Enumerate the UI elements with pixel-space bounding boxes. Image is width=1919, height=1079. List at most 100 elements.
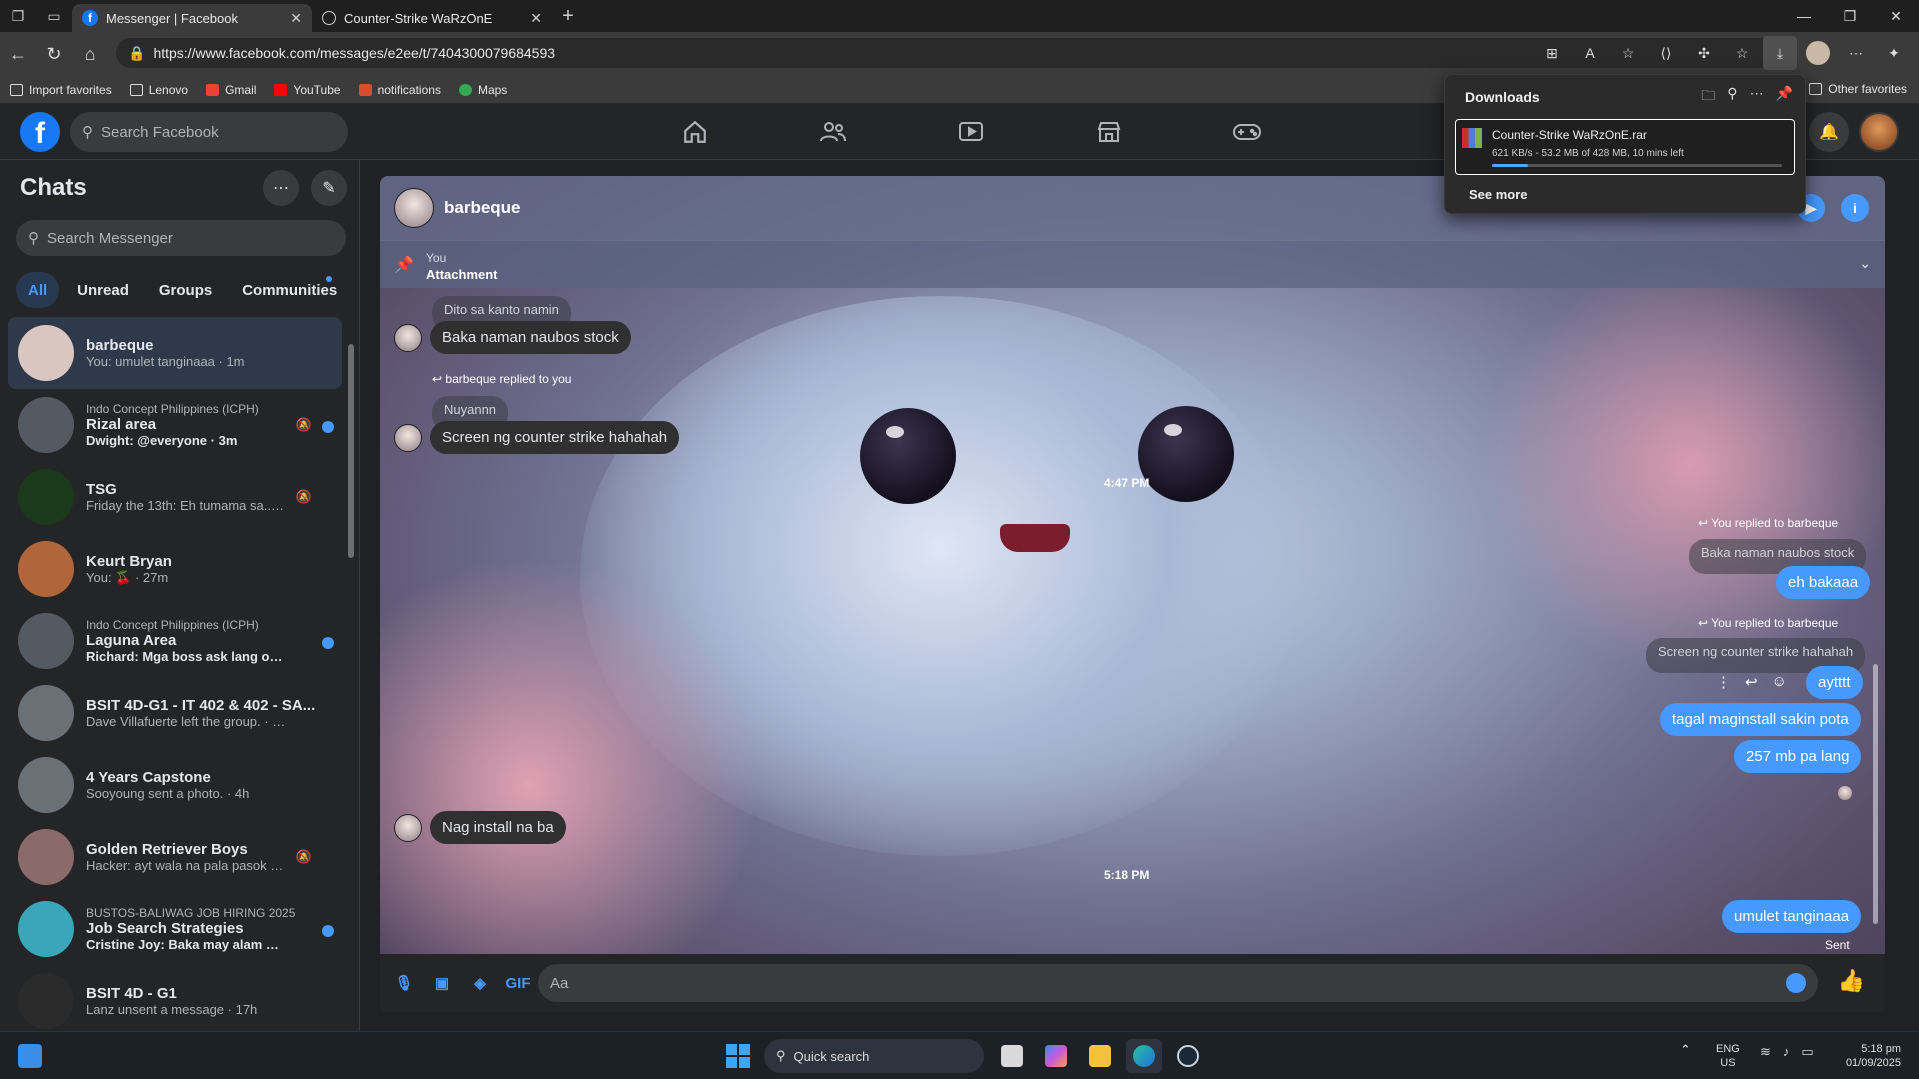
battery-icon[interactable]: ▭: [1801, 1044, 1813, 1060]
download-item[interactable]: Counter-Strike WaRzOnE.rar 621 KB/s - 53…: [1455, 119, 1795, 175]
open-folder-icon[interactable]: 🗀: [1701, 85, 1715, 109]
home-icon[interactable]: ⌂: [72, 36, 108, 72]
chat-row[interactable]: BSIT 4D-G1 - IT 402 & 402 - SA... Dave Vi…: [8, 677, 342, 749]
more-icon[interactable]: ⋯: [1750, 85, 1764, 109]
filter-groups[interactable]: Groups: [147, 272, 224, 308]
language-indicator[interactable]: ENG US: [1716, 1042, 1740, 1070]
fav-notifications[interactable]: notifications: [358, 83, 441, 97]
fav-other[interactable]: Other favorites: [1809, 82, 1907, 96]
fav-gmail[interactable]: Gmail: [206, 83, 256, 97]
chat-row[interactable]: Indo Concept Philippines (ICPH) Rizal are…: [8, 389, 342, 461]
refresh-icon[interactable]: ↻: [36, 36, 72, 72]
edge-browser-icon[interactable]: [1126, 1039, 1162, 1073]
see-more-link[interactable]: See more: [1469, 187, 1528, 202]
scroll-thumb[interactable]: [348, 344, 354, 558]
contact-avatar[interactable]: [394, 188, 434, 228]
contact-name[interactable]: barbeque: [444, 198, 521, 218]
back-icon[interactable]: ←: [0, 36, 36, 72]
taskbar-search[interactable]: ⚲ Quick search: [764, 1039, 984, 1073]
chevron-down-icon[interactable]: ⌄: [1859, 255, 1871, 272]
gif-icon[interactable]: GIF: [500, 965, 536, 1001]
tab-counter-strike[interactable]: Counter-Strike WaRzOnE ✕: [312, 4, 552, 32]
chat-row[interactable]: TSGFriday the 13th: Eh tumama sa... · 11…: [8, 461, 342, 533]
new-tab-button[interactable]: +: [552, 5, 584, 28]
wifi-icon[interactable]: ≋: [1760, 1044, 1771, 1060]
downloads-icon[interactable]: ⤓: [1763, 36, 1797, 70]
message-bubble[interactable]: tagal maginstall sakin pota: [1660, 703, 1861, 736]
video-nav-icon[interactable]: [902, 104, 1040, 160]
workspaces-icon[interactable]: ❐: [0, 0, 36, 32]
facebook-logo[interactable]: f: [20, 112, 60, 152]
like-thumb-icon[interactable]: 👍: [1838, 968, 1865, 994]
options-icon[interactable]: ⋯: [263, 170, 299, 206]
message-bubble[interactable]: 257 mb pa lang: [1734, 740, 1862, 773]
reply-icon[interactable]: ↩: [1745, 673, 1758, 691]
pin-icon[interactable]: 📌: [1776, 85, 1793, 109]
gaming-nav-icon[interactable]: [1178, 104, 1316, 160]
app-available-icon[interactable]: ⊞: [1535, 36, 1569, 70]
profile-avatar[interactable]: [1801, 36, 1835, 70]
pinned-message-bar[interactable]: 📌 You Attachment ⌄: [380, 240, 1885, 288]
favorites-icon[interactable]: ☆: [1725, 36, 1759, 70]
favorite-star-icon[interactable]: ☆: [1611, 36, 1645, 70]
tab-actions-icon[interactable]: ▭: [36, 0, 72, 32]
microphone-icon[interactable]: 🎙: [386, 965, 422, 1001]
marketplace-nav-icon[interactable]: [1040, 104, 1178, 160]
search-icon[interactable]: ⚲: [1727, 85, 1737, 109]
message-input[interactable]: Aa: [538, 964, 1818, 1002]
start-icon[interactable]: [726, 1044, 750, 1068]
fav-lenovo[interactable]: Lenovo: [129, 83, 188, 97]
emoji-icon[interactable]: [1786, 973, 1806, 993]
task-view-icon[interactable]: [994, 1039, 1030, 1073]
tray-overflow[interactable]: ⌃: [1680, 1042, 1691, 1058]
message-bubble[interactable]: Screen ng counter strike hahahah: [430, 421, 680, 454]
tab-messenger[interactable]: f Messenger | Facebook ✕: [72, 4, 312, 32]
facebook-search[interactable]: ⚲ Search Facebook: [70, 112, 348, 152]
close-icon[interactable]: ✕: [530, 10, 542, 27]
close-icon[interactable]: ✕: [290, 10, 302, 27]
message-bubble[interactable]: Nag install na ba: [430, 811, 566, 844]
react-smiley-icon[interactable]: ☺: [1772, 673, 1787, 691]
new-message-icon[interactable]: ✎: [311, 170, 347, 206]
fav-import[interactable]: Import favorites: [10, 83, 112, 97]
sidebar-scrollbar[interactable]: [347, 330, 355, 1020]
fav-maps[interactable]: Maps: [458, 83, 507, 97]
chat-row[interactable]: BSIT 4D - G1 Lanz unsent a message · 17h: [8, 965, 342, 1037]
clock[interactable]: 5:18 pm 01/09/2025: [1846, 1042, 1901, 1070]
home-nav-icon[interactable]: [626, 104, 764, 160]
widgets-icon[interactable]: [18, 1044, 42, 1068]
chat-row[interactable]: 4 Years Capstone Sooyoung sent a photo. ·…: [8, 749, 342, 821]
scroll-thumb[interactable]: [1873, 664, 1878, 924]
photo-icon[interactable]: ▣: [424, 965, 460, 1001]
sticker-icon[interactable]: ◈: [462, 965, 498, 1001]
chat-row[interactable]: BUSTOS-BALIWAG JOB HIRING 2025 Job Search…: [8, 893, 342, 965]
fav-youtube[interactable]: YouTube: [274, 83, 341, 97]
message-bubble[interactable]: eh bakaaa: [1776, 566, 1871, 599]
extensions-puzzle-icon[interactable]: ✣: [1687, 36, 1721, 70]
chat-row[interactable]: Keurt Bryan You: 🍒 · 27m: [8, 533, 342, 605]
conversation-scrollbar[interactable]: [1871, 296, 1881, 946]
message-bubble[interactable]: aytttt: [1806, 666, 1863, 699]
file-explorer-icon[interactable]: [1082, 1039, 1118, 1073]
filter-all[interactable]: All: [16, 272, 60, 308]
close-window-button[interactable]: ✕: [1873, 0, 1919, 32]
info-icon[interactable]: i: [1841, 194, 1869, 222]
minimize-button[interactable]: —: [1781, 0, 1827, 32]
message-bubble[interactable]: Baka naman naubos stock: [430, 321, 631, 354]
filter-unread[interactable]: Unread: [65, 272, 141, 308]
messenger-search[interactable]: ⚲ Search Messenger: [16, 220, 346, 256]
message-bubble[interactable]: umulet tanginaaa: [1722, 900, 1862, 933]
extension-icon[interactable]: ⟨⟩: [1649, 36, 1683, 70]
read-aloud-icon[interactable]: A: [1573, 36, 1607, 70]
chat-row[interactable]: barbeque You: umulet tanginaaa · 1m: [8, 317, 342, 389]
more-icon[interactable]: ⋯: [1839, 36, 1873, 70]
volume-icon[interactable]: ♪: [1783, 1044, 1790, 1060]
notifications-bell-icon[interactable]: 🔔: [1809, 112, 1849, 152]
restore-button[interactable]: ❐: [1827, 0, 1873, 32]
copilot-app-icon[interactable]: [1038, 1039, 1074, 1073]
chevron-up-icon[interactable]: ⌃: [1680, 1042, 1691, 1058]
friends-nav-icon[interactable]: [764, 104, 902, 160]
chat-row[interactable]: Golden Retriever Boys Hacker: ayt wala na…: [8, 821, 342, 893]
steam-icon[interactable]: [1170, 1039, 1206, 1073]
account-avatar[interactable]: [1859, 112, 1899, 152]
